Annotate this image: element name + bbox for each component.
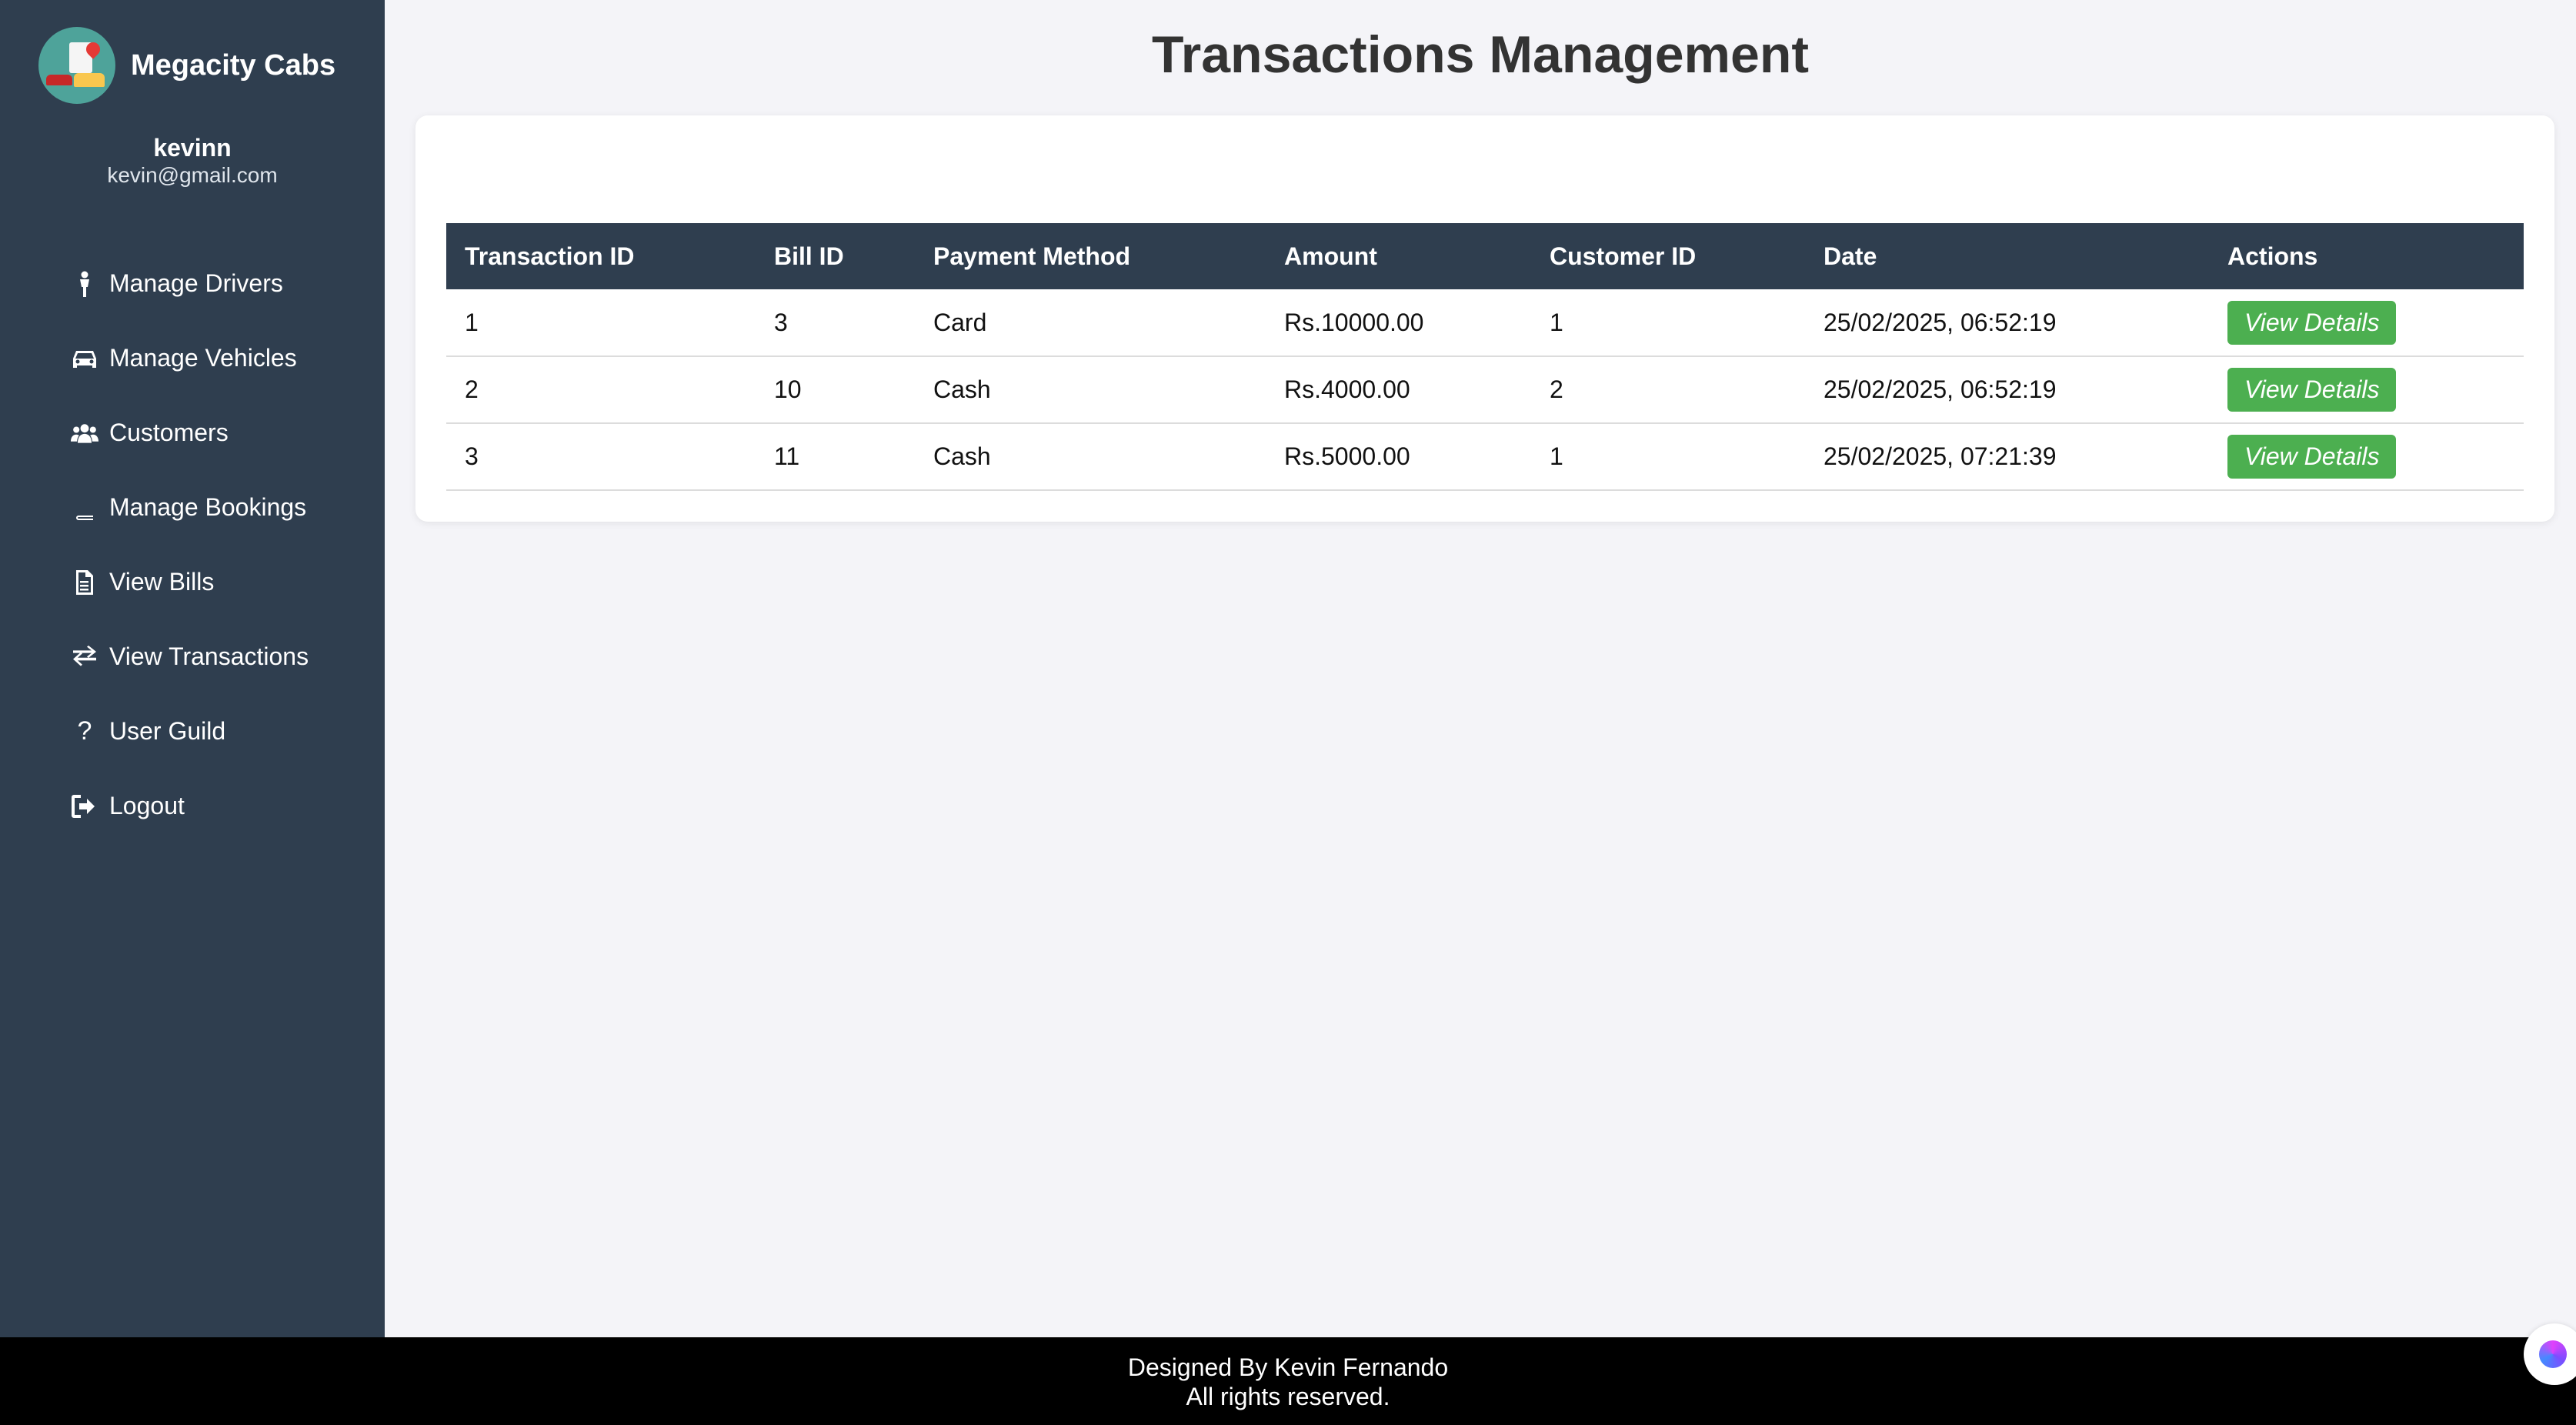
sidebar-item-logout[interactable]: Logout	[71, 769, 309, 843]
view-details-button[interactable]: View Details	[2227, 435, 2397, 479]
cell-customer-id: 1	[1531, 289, 1805, 357]
sidebar-item-label: View Transactions	[109, 642, 309, 670]
sidebar-item-user-guild[interactable]: ? User Guild	[71, 694, 309, 769]
brand-name: Megacity Cabs	[131, 48, 336, 82]
sidebar-nav: Manage Drivers Manage Vehicles Customers…	[71, 246, 309, 843]
sidebar-item-view-bills[interactable]: View Bills	[71, 545, 309, 619]
table-header-row: Transaction ID Bill ID Payment Method Am…	[446, 223, 2524, 289]
sidebar-item-label: Customers	[109, 419, 229, 446]
cell-transaction-id: 1	[446, 289, 756, 357]
cell-customer-id: 1	[1531, 423, 1805, 491]
user-email: kevin@gmail.com	[107, 163, 278, 187]
cell-date: 25/02/2025, 07:21:39	[1805, 423, 2209, 491]
cell-bill-id: 3	[756, 289, 915, 357]
exchange-icon	[71, 643, 98, 671]
cell-customer-id: 2	[1531, 356, 1805, 424]
brand[interactable]: Megacity Cabs	[38, 27, 335, 104]
footer-credit: Designed By Kevin Fernando	[1127, 1353, 1449, 1381]
table-row: 2 10 Cash Rs.4000.00 2 25/02/2025, 06:52…	[446, 356, 2524, 424]
cell-actions: View Details	[2209, 289, 2524, 357]
sidebar-item-manage-vehicles[interactable]: Manage Vehicles	[71, 321, 309, 395]
cell-transaction-id: 3	[446, 423, 756, 491]
column-header-date: Date	[1824, 242, 1877, 270]
person-icon	[71, 270, 98, 298]
sidebar-item-customers[interactable]: Customers	[71, 395, 309, 470]
logout-icon	[71, 793, 98, 820]
column-header-payment-method: Payment Method	[933, 242, 1131, 270]
table-row: 3 11 Cash Rs.5000.00 1 25/02/2025, 07:21…	[446, 423, 2524, 491]
cell-date: 25/02/2025, 06:52:19	[1805, 289, 2209, 357]
footer-rights: All rights reserved.	[1186, 1383, 1390, 1410]
sidebar-item-label: Manage Bookings	[109, 493, 307, 521]
cell-date: 25/02/2025, 06:52:19	[1805, 356, 2209, 424]
book-icon	[71, 494, 98, 522]
cell-amount: Rs.10000.00	[1266, 289, 1531, 357]
cell-payment-method: Card	[915, 289, 1266, 357]
car-icon	[71, 345, 98, 372]
cell-amount: Rs.5000.00	[1266, 423, 1531, 491]
user-name: kevinn	[153, 134, 232, 162]
sidebar-item-label: User Guild	[109, 717, 226, 745]
page-title: Transactions Management	[1151, 25, 1810, 84]
transactions-table: Transaction ID Bill ID Payment Method Am…	[446, 223, 2524, 491]
sidebar-item-manage-bookings[interactable]: Manage Bookings	[71, 470, 309, 545]
column-header-customer-id: Customer ID	[1550, 242, 1697, 270]
cell-amount: Rs.4000.00	[1266, 356, 1531, 424]
cell-payment-method: Cash	[915, 356, 1266, 424]
cell-bill-id: 10	[756, 356, 915, 424]
file-icon	[71, 569, 98, 596]
view-details-button[interactable]: View Details	[2227, 368, 2397, 412]
question-icon: ?	[77, 716, 92, 746]
cell-actions: View Details	[2209, 423, 2524, 491]
sidebar-item-label: View Bills	[109, 568, 215, 596]
sidebar: Megacity Cabs kevinn kevin@gmail.com Man…	[0, 0, 385, 1337]
brand-logo	[38, 27, 115, 104]
column-header-amount: Amount	[1284, 242, 1377, 270]
cell-payment-method: Cash	[915, 423, 1266, 491]
column-header-actions: Actions	[2227, 242, 2318, 270]
footer: Designed By Kevin Fernando All rights re…	[0, 1337, 2576, 1425]
users-icon	[71, 419, 98, 447]
sidebar-item-view-transactions[interactable]: View Transactions	[71, 619, 309, 694]
view-details-button[interactable]: View Details	[2227, 300, 2397, 345]
sidebar-item-label: Manage Vehicles	[109, 344, 297, 372]
cell-actions: View Details	[2209, 356, 2524, 424]
cell-bill-id: 11	[756, 423, 915, 491]
table-row: 1 3 Card Rs.10000.00 1 25/02/2025, 06:52…	[446, 289, 2524, 357]
brain-icon	[2539, 1340, 2567, 1368]
transactions-card: Transaction ID Bill ID Payment Method Am…	[415, 115, 2554, 522]
column-header-bill-id: Bill ID	[774, 242, 844, 270]
sidebar-item-label: Manage Drivers	[109, 269, 283, 297]
sidebar-item-label: Logout	[109, 792, 185, 819]
sidebar-item-manage-drivers[interactable]: Manage Drivers	[71, 246, 309, 321]
column-header-transaction-id: Transaction ID	[465, 242, 635, 270]
cell-transaction-id: 2	[446, 356, 756, 424]
